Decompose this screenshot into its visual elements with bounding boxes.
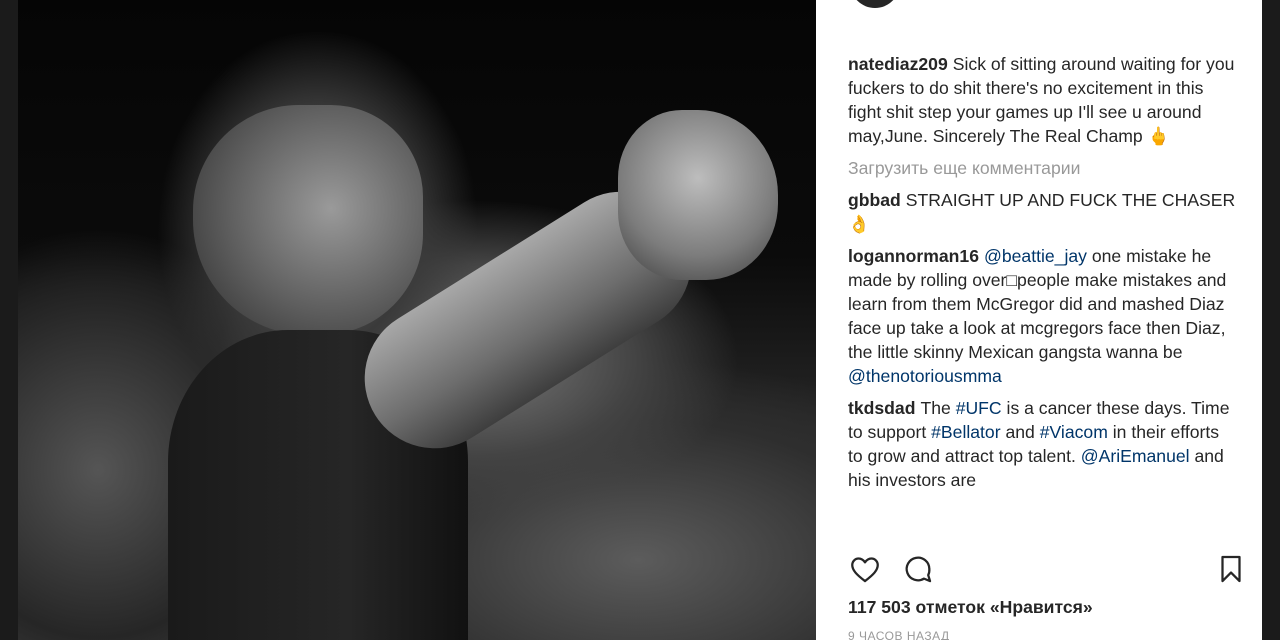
caption: natediaz209 Sick of sitting around waitin… xyxy=(848,52,1238,148)
comment-mention[interactable]: @thenotoriousmma xyxy=(848,366,1002,386)
comment-mention[interactable]: @AriEmanuel xyxy=(1081,446,1190,466)
comment-hashtag[interactable]: #Bellator xyxy=(931,422,1000,442)
comment-text: STRAIGHT UP AND FUCK THE CHASER👌 xyxy=(848,190,1236,234)
comment-username[interactable]: gbbad xyxy=(848,190,901,210)
comment-hashtag[interactable]: #UFC xyxy=(956,398,1002,418)
post-photo[interactable] xyxy=(18,0,816,640)
comment-text: and xyxy=(1000,422,1040,442)
comment-item: logannorman16 @beattie_jay one mistake he… xyxy=(848,244,1238,388)
comment-mention[interactable]: @beattie_jay xyxy=(984,246,1087,266)
likes-count[interactable]: 117 503 отметок «Нравится» xyxy=(848,597,1093,618)
bookmark-icon[interactable] xyxy=(1214,552,1250,588)
avatar[interactable] xyxy=(850,0,900,8)
window-edge xyxy=(1262,0,1280,640)
comment-username[interactable]: tkdsdad xyxy=(848,398,915,418)
post-actions-bar xyxy=(848,552,1248,588)
photo-subject-head xyxy=(193,105,423,335)
photo-subject-hand xyxy=(618,110,778,280)
comment-item: gbbad STRAIGHT UP AND FUCK THE CHASER👌 xyxy=(848,188,1238,236)
comment-username[interactable]: logannorman16 xyxy=(848,246,979,266)
heart-icon[interactable] xyxy=(848,552,884,588)
comments-list: natediaz209 Sick of sitting around waitin… xyxy=(848,52,1238,500)
comment-bubble-icon[interactable] xyxy=(901,552,937,588)
comment-text: The xyxy=(920,398,956,418)
comment-hashtag[interactable]: #Viacom xyxy=(1040,422,1108,442)
post-side-panel: natediaz209 Sick of sitting around waitin… xyxy=(816,0,1262,640)
load-more-comments-link[interactable]: Загрузить еще комментарии xyxy=(848,156,1238,180)
post-timestamp[interactable]: 9 ЧАСОВ НАЗАД xyxy=(848,629,950,640)
caption-username[interactable]: natediaz209 xyxy=(848,54,948,74)
comment-item: tkdsdad The #UFC is a cancer these days. … xyxy=(848,396,1238,492)
